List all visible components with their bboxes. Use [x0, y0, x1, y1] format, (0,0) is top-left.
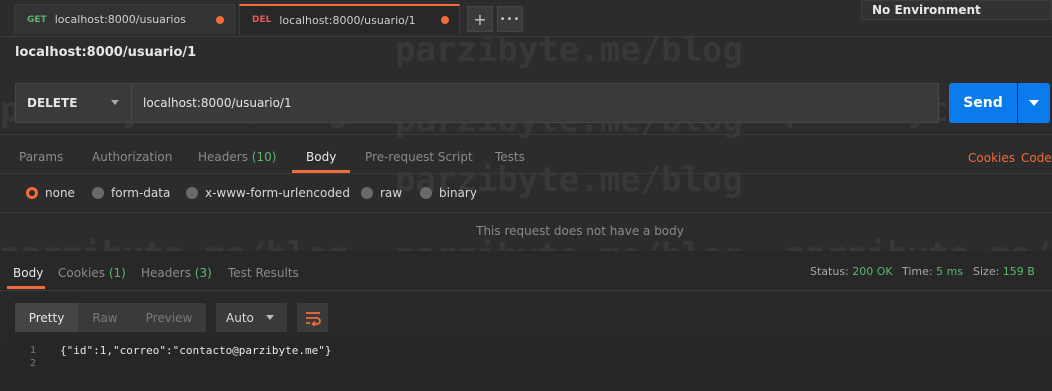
wrap-lines-button[interactable] — [297, 303, 328, 332]
cookies-link[interactable]: Cookies — [968, 151, 1015, 165]
method-select[interactable]: DELETE — [15, 83, 132, 123]
chevron-down-icon — [266, 315, 274, 320]
response-view-toggle: Pretty Raw Preview — [15, 303, 206, 332]
size-label: Size: — [973, 265, 1000, 278]
time-value: 5 ms — [936, 265, 964, 278]
tab-authorization[interactable]: Authorization — [92, 150, 172, 164]
chevron-down-icon — [111, 100, 119, 105]
response-tab-cookies-label: Cookies — [58, 266, 105, 280]
no-body-message: This request does not have a body — [476, 224, 684, 238]
size-value: 159 B — [1002, 265, 1035, 278]
size-meta: Size: 159 B — [973, 265, 1035, 278]
response-tab-body[interactable]: Body — [13, 266, 43, 280]
request-tab-del-usuario[interactable]: DEL localhost:8000/usuario/1 — [239, 4, 460, 34]
more-tabs-button[interactable]: ••• — [497, 6, 523, 32]
cookies-count-badge: (1) — [108, 266, 126, 280]
radio-unchecked-icon — [420, 187, 432, 199]
tab-headers-label: Headers — [198, 150, 248, 164]
tab-prerequest-script[interactable]: Pre-request Script — [365, 150, 473, 164]
send-button[interactable]: Send — [949, 83, 1017, 123]
code-link[interactable]: Code — [1021, 151, 1052, 165]
radio-unchecked-icon — [361, 187, 373, 199]
active-tab-indicator — [7, 286, 45, 289]
radio-label: raw — [380, 186, 403, 200]
divider — [0, 212, 1052, 213]
radio-label: none — [45, 186, 75, 200]
response-tab-headers-label: Headers — [141, 266, 191, 280]
tab-headers[interactable]: Headers (10) — [198, 150, 276, 164]
radio-form-data[interactable]: form-data — [92, 186, 170, 200]
tab-label: localhost:8000/usuario/1 — [279, 13, 416, 27]
divider — [0, 36, 1052, 37]
divider — [0, 134, 1052, 135]
divider — [0, 290, 1052, 291]
format-select[interactable]: Auto — [216, 303, 287, 332]
line-number: 1 — [30, 345, 37, 356]
radio-label: binary — [439, 186, 477, 200]
tab-tests[interactable]: Tests — [495, 150, 525, 164]
time-label: Time: — [902, 265, 933, 278]
radio-label: form-data — [111, 186, 171, 200]
unsaved-dot-icon — [441, 16, 449, 24]
environment-select[interactable]: No Environment — [861, 0, 1052, 20]
radio-x-www-form-urlencoded[interactable]: x-www-form-urlencoded — [186, 186, 350, 200]
view-pretty-button[interactable]: Pretty — [15, 303, 78, 332]
divider — [0, 173, 1052, 174]
view-preview-button[interactable]: Preview — [132, 303, 206, 332]
tab-method-badge: GET — [27, 14, 47, 25]
tab-params[interactable]: Params — [19, 150, 63, 164]
tab-method-badge: DEL — [252, 15, 272, 25]
wrap-lines-icon — [305, 311, 321, 326]
request-title: localhost:8000/usuario/1 — [15, 45, 197, 60]
send-options-button[interactable] — [1018, 83, 1050, 123]
radio-label: x-www-form-urlencoded — [205, 186, 350, 200]
url-value: localhost:8000/usuario/1 — [143, 96, 292, 110]
radio-binary[interactable]: binary — [420, 186, 477, 200]
radio-unchecked-icon — [186, 187, 198, 199]
response-tab-cookies[interactable]: Cookies (1) — [58, 266, 126, 280]
headers-count-badge: (3) — [194, 266, 212, 280]
status-meta: Status: 200 OK — [810, 265, 893, 278]
unsaved-dot-icon — [216, 15, 224, 24]
radio-none[interactable]: none — [26, 186, 75, 200]
radio-checked-icon — [26, 187, 38, 199]
code-line: {"id":1,"correo":"contacto@parzibyte.me"… — [60, 344, 332, 357]
radio-unchecked-icon — [92, 187, 104, 199]
plus-icon: + — [473, 9, 487, 29]
status-label: Status: — [810, 265, 849, 278]
time-meta: Time: 5 ms — [902, 265, 963, 278]
line-number: 2 — [30, 358, 37, 369]
tab-label: localhost:8000/usuarios — [54, 13, 186, 26]
view-raw-button[interactable]: Raw — [78, 303, 132, 332]
url-input[interactable]: localhost:8000/usuario/1 — [132, 83, 939, 123]
request-tab-get-usuarios[interactable]: GET localhost:8000/usuarios — [14, 4, 235, 34]
chevron-down-icon — [1029, 100, 1039, 106]
format-value: Auto — [226, 310, 254, 325]
tab-body[interactable]: Body — [306, 150, 336, 164]
response-tab-headers[interactable]: Headers (3) — [141, 266, 212, 280]
headers-count-badge: (10) — [251, 150, 277, 164]
new-tab-button[interactable]: + — [467, 6, 493, 32]
status-value: 200 OK — [852, 265, 893, 278]
ellipsis-icon: ••• — [499, 13, 521, 25]
method-value: DELETE — [27, 96, 78, 110]
radio-raw[interactable]: raw — [361, 186, 402, 200]
response-tab-test-results[interactable]: Test Results — [228, 266, 299, 280]
